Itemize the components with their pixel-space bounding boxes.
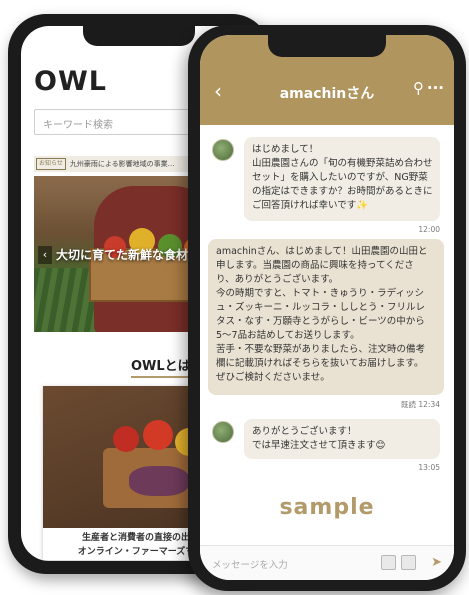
message-bubble: はじめまして！ 山田農園さんの「旬の有機野菜詰め合わせ セット」を購入したいので… <box>244 137 440 221</box>
chat-message-list[interactable]: はじめまして！ 山田農園さんの「旬の有機野菜詰め合わせ セット」を購入したいので… <box>200 125 454 545</box>
message-bubble: amachinさん、はじめまして！山田農園の山田と 申します。当農園の商品に興味… <box>208 239 444 395</box>
hero-caption: 大切に育てた新鮮な食材を <box>56 248 201 262</box>
back-phone-notch <box>83 26 195 46</box>
message-line: 欄に記載頂ければそちらを抜いてお届けします。 <box>216 358 424 369</box>
message-line: ぜひご検討くださいませ。 <box>216 372 330 383</box>
front-phone: ‹ amachinさん ⚲ ··· はじめまして！ 山田農園さんの「旬の有機野菜… <box>188 25 466 591</box>
message-timestamp: 12:00 <box>418 225 440 234</box>
search-icon[interactable]: ⚲ <box>413 79 424 97</box>
message-line: amachinさん、はじめまして！山田農園の山田と <box>216 246 428 257</box>
message-timestamp: 13:05 <box>418 463 440 472</box>
image-icon[interactable] <box>381 555 396 570</box>
template-icon[interactable] <box>401 555 416 570</box>
customer-avatar[interactable] <box>212 421 234 443</box>
tomato-image <box>143 420 173 450</box>
message-line: ご回答頂ければ幸いです✨ <box>252 200 369 211</box>
pepper-image <box>113 426 139 452</box>
read-timestamp: 既読 12:34 <box>401 400 440 409</box>
message-line: ありがとうございます！ <box>252 426 357 437</box>
owl-about-title: OWLとは <box>131 355 191 378</box>
front-phone-notch <box>268 35 386 57</box>
sample-watermark: sample <box>279 495 375 520</box>
message-line: 山田農園さんの「旬の有機野菜詰め合わせ <box>252 158 433 169</box>
message-line: り、ありがとうございます。 <box>216 274 339 285</box>
message-line: の指定はできますか？お時間があるときに <box>252 186 433 197</box>
chevron-left-icon[interactable]: ‹ <box>38 246 52 264</box>
message-line: 苦手・不要な野菜がありましたら、注文時の備考 <box>216 344 426 355</box>
message-line: 今の時期ですと、トマト・きゅうり・ラディッシ <box>216 288 424 299</box>
news-badge: お知らせ <box>36 158 66 170</box>
owl-logo[interactable]: OWL <box>34 66 107 97</box>
message-line: はじめまして！ <box>252 144 319 155</box>
customer-avatar[interactable] <box>212 139 234 161</box>
message-input-bar: メッセージを入力 ➤ <box>200 545 454 580</box>
message-line: セット」を購入したいのですが、NG野菜 <box>252 172 428 183</box>
chat-screen: ‹ amachinさん ⚲ ··· はじめまして！ 山田農園さんの「旬の有機野菜… <box>200 35 454 580</box>
message-input[interactable]: メッセージを入力 <box>212 557 288 571</box>
message-line: 5〜7品お詰めしてお送りします。 <box>216 330 360 341</box>
message-line: タス・なす・万願寺とうがらし・ビーツの中から <box>216 316 425 327</box>
news-text: 九州豪雨による影響地域の事業… <box>69 160 175 168</box>
message-line: ュ・ズッキーニ・ルッコラ・ししとう・フリルレ <box>216 302 426 313</box>
message-line: 申します。当農園の商品に興味を持ってくださ <box>216 260 414 271</box>
more-icon[interactable]: ··· <box>427 79 444 97</box>
send-icon[interactable]: ➤ <box>431 555 442 570</box>
lettuce-image <box>129 466 189 496</box>
message-bubble: ありがとうございます！ では早速注文させて頂きます😊 <box>244 419 440 459</box>
message-line: では早速注文させて頂きます😊 <box>252 440 386 451</box>
